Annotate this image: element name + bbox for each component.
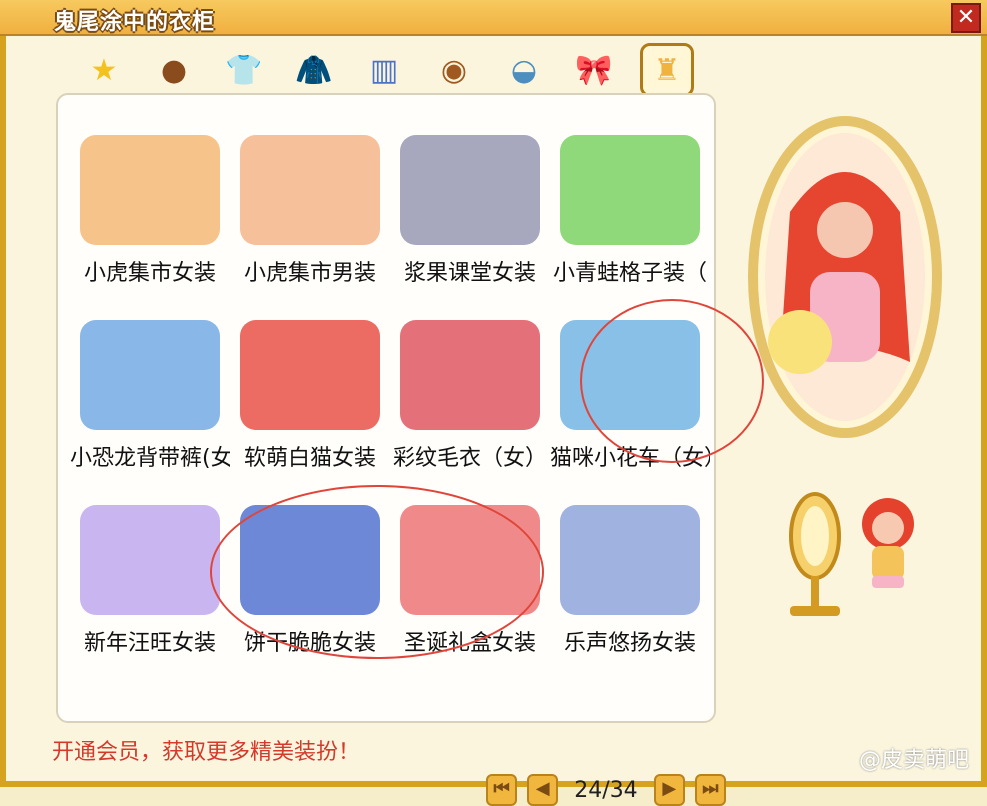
shirt-icon: 👕 — [225, 52, 263, 88]
bow-icon: 🎀 — [575, 52, 613, 88]
outfit-item[interactable]: 浆果课堂女装 — [390, 129, 550, 303]
outfit-label: 彩纹毛衣（女） — [392, 446, 547, 471]
outfit-item[interactable]: 彩纹毛衣（女） — [390, 314, 550, 488]
outfit-label: 小虎集市女装 — [83, 261, 216, 286]
category-shirt-tab[interactable]: 👕 — [220, 46, 268, 94]
outfit-thumbnail — [400, 135, 540, 245]
hair-icon: ● — [160, 52, 188, 88]
outfit-thumbnail — [400, 320, 540, 430]
outfit-thumbnail — [80, 505, 220, 615]
outfit-thumbnail — [80, 135, 220, 245]
membership-promo-link[interactable]: 开通会员，获取更多精美装扮！ — [52, 734, 360, 766]
first-page-button[interactable]: ⏮ — [486, 774, 518, 806]
watermark-text: @皮卖萌吧 — [858, 748, 969, 773]
outfit-label: 小虎集市男装 — [243, 261, 376, 286]
outfit-label: 小恐龙背带裤(女 — [70, 446, 230, 471]
outfit-thumbnail — [560, 505, 700, 615]
character-preview — [740, 112, 950, 442]
close-button[interactable]: ✕ — [951, 3, 981, 33]
title-bar: 鬼尾涂中的衣柜 ✕ — [0, 0, 987, 36]
outfit-item[interactable]: 小青蛙格子装（ — [550, 129, 710, 303]
category-full-outfit-tab[interactable]: ♜ — [640, 43, 694, 97]
outfit-item[interactable]: 新年汪旺女装 — [70, 499, 230, 673]
category-skirt-tab[interactable]: ▥ — [360, 46, 408, 94]
category-hat-tab[interactable]: ◒ — [500, 46, 548, 94]
outfit-item[interactable]: 乐声悠扬女装 — [550, 499, 710, 673]
pagination: ⏮ ◀ 24/34 ▶ ⏭ — [486, 774, 726, 806]
face-accessory-icon: ◉ — [440, 52, 468, 88]
page-indicator: 24/34 — [574, 777, 638, 803]
category-bow-tab[interactable]: 🎀 — [570, 46, 618, 94]
outfit-thumbnail — [560, 135, 700, 245]
last-page-button[interactable]: ⏭ — [694, 774, 726, 806]
outfit-grid: 小虎集市女装 小虎集市男装 浆果课堂女装 小青蛙格子装（ 小恐龙背带裤(女 软萌… — [70, 129, 764, 669]
outfit-panel: 小虎集市女装 小虎集市男装 浆果课堂女装 小青蛙格子装（ 小恐龙背带裤(女 软萌… — [56, 93, 764, 806]
category-hair-tab[interactable]: ● — [150, 46, 198, 94]
outfit-label: 浆果课堂女装 — [403, 261, 536, 286]
outfit-label: 乐声悠扬女装 — [563, 631, 696, 656]
outfit-label: 小青蛙格子装（ — [552, 261, 707, 286]
outfit-label: 新年汪旺女装 — [83, 631, 216, 656]
category-tabs: ★ ● 👕 🧥 ▥ ◉ ◒ 🎀 ♜ — [80, 43, 760, 97]
next-page-button[interactable]: ▶ — [653, 774, 685, 806]
outfit-item[interactable]: 小恐龙背带裤(女 — [70, 314, 230, 488]
mini-avatar — [846, 486, 930, 598]
outfit-thumbnail — [80, 320, 220, 430]
outfit-label: 软萌白猫女装 — [243, 446, 376, 471]
category-jacket-tab[interactable]: 🧥 — [290, 46, 338, 94]
category-star-tab[interactable]: ★ — [80, 46, 128, 94]
outfit-thumbnail — [240, 135, 380, 245]
jacket-icon: 🧥 — [295, 52, 333, 88]
hat-icon: ◒ — [510, 52, 538, 88]
outfit-item[interactable]: 小虎集市男装 — [230, 129, 390, 303]
full-outfit-icon: ♜ — [653, 52, 681, 88]
outfit-thumbnail — [240, 320, 380, 430]
category-face-accessory-tab[interactable]: ◉ — [430, 46, 478, 94]
outfit-item[interactable]: 小虎集市女装 — [70, 129, 230, 303]
window-title: 鬼尾涂中的衣柜 — [54, 10, 216, 35]
prev-page-button[interactable]: ◀ — [527, 774, 559, 806]
highlight-circle — [580, 299, 764, 463]
highlight-circle — [210, 485, 544, 659]
skirt-icon: ▥ — [369, 52, 399, 88]
star-icon: ★ — [90, 52, 118, 88]
character-portrait — [748, 116, 942, 438]
outfit-item[interactable]: 软萌白猫女装 — [230, 314, 390, 488]
mirror-icon[interactable] — [778, 486, 852, 624]
